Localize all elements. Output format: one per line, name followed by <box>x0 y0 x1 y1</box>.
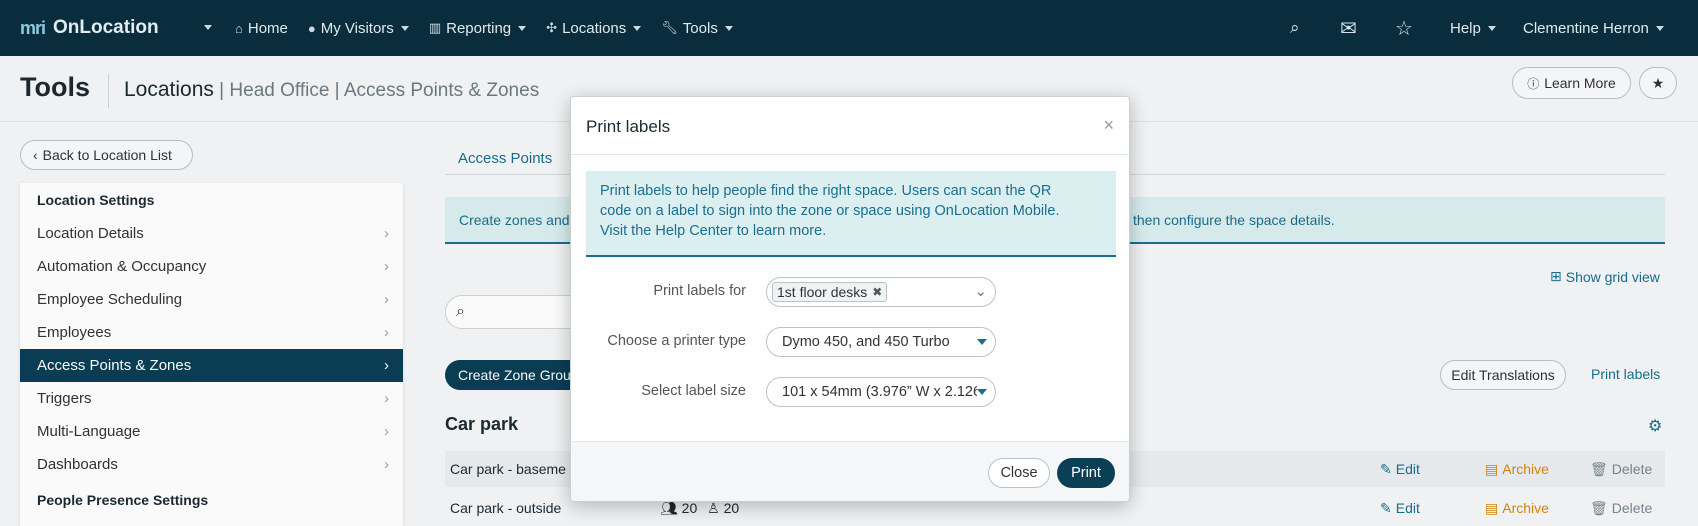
print-labels-for-select[interactable]: 1st floor desks ✖ ⌄ <box>766 277 996 307</box>
printer-type-label: Choose a printer type <box>607 333 746 349</box>
info-line: code on a label to sign into the zone or… <box>600 203 1060 219</box>
selected-zone-label: 1st floor desks <box>777 284 868 300</box>
dropdown-arrow-icon <box>977 389 987 395</box>
printer-type-select[interactable]: Dymo 450, and 450 Turbo <box>766 327 996 357</box>
close-icon[interactable]: × <box>1103 115 1114 136</box>
selected-zone-tag: 1st floor desks ✖ <box>772 282 888 302</box>
print-button[interactable]: Print <box>1057 458 1115 488</box>
label-size-value: 101 x 54mm (3.976” W x 2.126” H) <box>782 384 977 400</box>
dropdown-arrow-icon <box>977 339 987 345</box>
print-labels-dialog: Print labels × Print labels to help peop… <box>570 96 1130 502</box>
print-labels-for-label: Print labels for <box>653 283 746 299</box>
info-line: Print labels to help people find the rig… <box>600 183 1052 199</box>
label-size-label: Select label size <box>641 383 746 399</box>
info-text: to learn more. <box>732 223 827 239</box>
close-button[interactable]: Close <box>988 458 1050 488</box>
info-text: Visit the <box>600 223 656 239</box>
dialog-title: Print labels <box>586 117 671 136</box>
dialog-info-banner: Print labels to help people find the rig… <box>586 171 1116 257</box>
chevron-down-icon: ⌄ <box>974 283 987 300</box>
info-line: Visit the Help Center to learn more. <box>600 221 1102 241</box>
help-center-link[interactable]: Help Center <box>655 223 732 239</box>
printer-type-value: Dymo 450, and 450 Turbo <box>782 334 950 350</box>
label-size-select[interactable]: 101 x 54mm (3.976” W x 2.126” H) <box>766 377 996 407</box>
dialog-footer: Close Print <box>571 441 1129 501</box>
dialog-header: Print labels × <box>571 97 1129 155</box>
remove-tag-icon[interactable]: ✖ <box>872 285 882 299</box>
